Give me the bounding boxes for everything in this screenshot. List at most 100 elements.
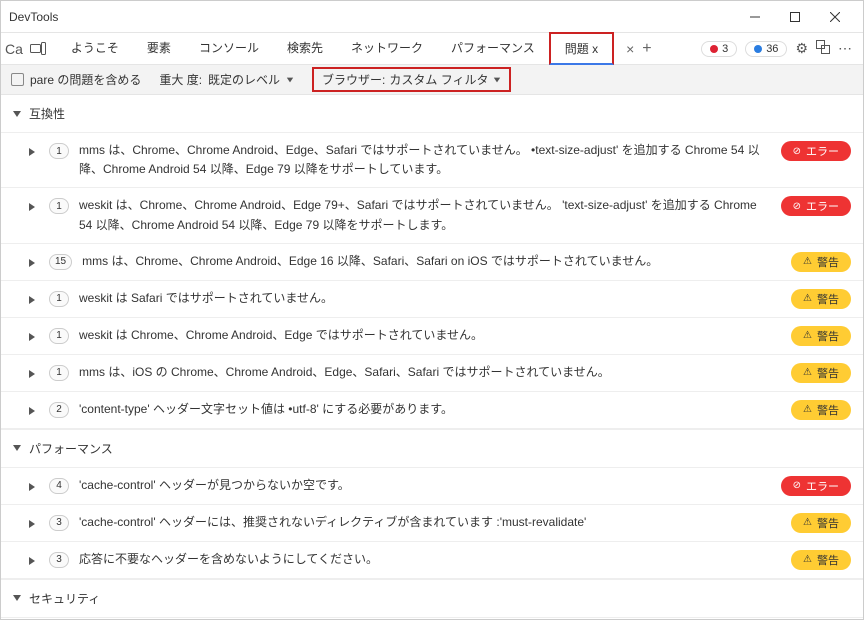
expand-icon[interactable] [29,141,39,159]
tab-welcome[interactable]: ようこそ [57,33,133,64]
issue-text: 'cache-control' ヘッダーには、推奨されないディレクティブが含まれ… [79,513,781,532]
expand-icon[interactable] [29,400,39,418]
count-badge: 2 [49,402,69,418]
count-badge: 1 [49,143,69,159]
issue-row[interactable]: 1 mms は、Chrome、Chrome Android、Edge、Safari… [1,133,863,188]
tab-elements[interactable]: 要素 [133,33,185,64]
more-icon[interactable]: ⋯ [838,40,853,57]
window-titlebar: DevTools [1,1,863,33]
settings-icon[interactable]: ⚙ [795,40,808,57]
browser-filter[interactable]: ブラウザー: カスタム フィルタ [312,67,510,92]
tab-console[interactable]: コンソール [185,33,273,64]
count-badge: 15 [49,254,72,270]
section-head-security[interactable]: セキュリティ [1,580,863,618]
issue-text: 応答に不要なヘッダーを含めないようにしてください。 [79,550,781,569]
include-checkbox[interactable] [11,73,24,86]
error-icon: ⊘ [793,201,801,212]
count-badge: 1 [49,291,69,307]
issue-row[interactable]: 1mms は、iOS の Chrome、Chrome Android、Edge、… [1,355,863,392]
left-cluster: Ca [5,40,53,58]
expand-icon[interactable] [29,196,39,214]
section-head-perf[interactable]: パフォーマンス [1,430,863,468]
browser-value: カスタム フィルタ [389,71,488,88]
tab-issues[interactable]: 問題 x [549,32,614,65]
issue-row[interactable]: 1weskit は、Chrome、Chrome Android、Edge 79+… [1,188,863,243]
error-pill: ⊘ エラー [781,476,851,496]
expand-icon[interactable] [29,252,39,270]
warning-pill: ⚠警告 [791,400,851,420]
expand-icon[interactable] [29,513,39,531]
section-security: セキュリティ 4応答には、'x-content-type-options' ヘッ… [1,580,863,621]
issue-row[interactable]: 3 'cache-control' ヘッダーには、推奨されないディレクティブが含ま… [1,505,863,542]
issues-content[interactable]: 互換性 1 mms は、Chrome、Chrome Android、Edge、Sa… [1,95,863,621]
expand-icon[interactable] [29,476,39,494]
issue-text: 'cache-control' ヘッダーが見つからないか空です。 [79,476,771,495]
count-badge: 3 [49,515,69,531]
tab-close-icon[interactable]: × [626,41,634,57]
info-counter[interactable]: 36 [745,41,787,57]
error-counter[interactable]: 3 [701,41,737,57]
tabbar: Ca ようこそ 要素 コンソール 検索先 ネットワーク パフォーマンス 問題 x… [1,33,863,65]
minimize-button[interactable] [735,3,775,31]
expand-icon[interactable] [29,550,39,568]
error-dot-icon [710,45,718,53]
warning-icon: ⚠ [803,293,812,304]
issue-row[interactable]: 3 応答に不要なヘッダーを含めないようにしてください。 ⚠ 警告 [1,542,863,579]
issue-text: weskit は、Chrome、Chrome Android、Edge 79+、… [79,196,771,234]
chevron-down-icon [13,595,21,601]
chevron-down-icon [13,445,21,451]
tab-add-icon[interactable]: + [642,40,651,58]
expand-icon[interactable] [29,326,39,344]
section-title: パフォーマンス [29,440,113,457]
warning-pill: ⚠警告 [791,289,851,309]
issue-row[interactable]: 2'content-type' ヘッダー文字セット値は •utf-8' にする必… [1,392,863,429]
info-count: 36 [766,43,778,55]
dock-icon[interactable] [816,40,830,57]
maximize-button[interactable] [775,3,815,31]
status-label: 警告 [817,552,839,568]
warning-pill: ⚠ 警告 [791,513,851,533]
status-label: 警告 [817,254,839,270]
issue-row[interactable]: 4 'cache-control' ヘッダーが見つからないか空です。 ⊘ エラー [1,468,863,505]
status-label: エラー [806,478,839,494]
status-label: エラー [806,143,839,159]
warning-icon: ⚠ [803,330,812,341]
issue-text: weskit は Safari ではサポートされていません。 [79,289,781,308]
section-head-compat[interactable]: 互換性 [1,95,863,133]
expand-icon[interactable] [29,363,39,381]
device-toggle-icon[interactable] [29,40,47,58]
tab-performance[interactable]: パフォーマンス [437,33,549,64]
filter-bar: pare の問題を含める 重大 度: 既定のレベル ブラウザー: カスタム フィ… [1,65,863,95]
count-badge: 4 [49,478,69,494]
count-badge: 1 [49,328,69,344]
include-label: pare の問題を含める [30,71,141,88]
section-perf: パフォーマンス 4 'cache-control' ヘッダーが見つからないか空です… [1,430,863,580]
status-label: 警告 [817,515,839,531]
count-badge: 1 [49,365,69,381]
status-label: エラー [806,198,839,214]
chevron-down-icon [13,111,21,117]
warning-pill: ⚠ 警告 [791,326,851,346]
warning-icon: ⚠ [803,517,812,528]
browser-label: ブラウザー: [322,71,385,88]
issue-text: mms は、Chrome、Chrome Android、Edge、Safari … [79,141,771,179]
warning-icon: ⚠ [803,367,812,378]
issue-list-compat: 1 mms は、Chrome、Chrome Android、Edge、Safari… [1,133,863,429]
severity-filter[interactable]: 重大 度: 既定のレベル [159,71,294,88]
error-pill: ⊘ エラー [781,196,851,216]
tab-search[interactable]: 検索先 [273,33,337,64]
issue-row[interactable]: 1 weskit は Safari ではサポートされていません。 ⚠警告 [1,281,863,318]
count-badge: 3 [49,552,69,568]
status-label: 警告 [817,328,839,344]
inspect-label[interactable]: Ca [5,41,23,57]
tab-network[interactable]: ネットワーク [337,33,437,64]
issue-row[interactable]: 1 weskit は Chrome、Chrome Android、Edge ではサ… [1,318,863,355]
chevron-down-icon [287,77,293,82]
error-icon: ⊘ [793,480,801,491]
warning-icon: ⚠ [803,554,812,565]
expand-icon[interactable] [29,289,39,307]
warning-icon: ⚠ [803,404,812,415]
issue-text: weskit は Chrome、Chrome Android、Edge ではサポ… [79,326,781,345]
issue-row[interactable]: 15mms は、Chrome、Chrome Android、Edge 16 以降… [1,244,863,281]
close-button[interactable] [815,3,855,31]
